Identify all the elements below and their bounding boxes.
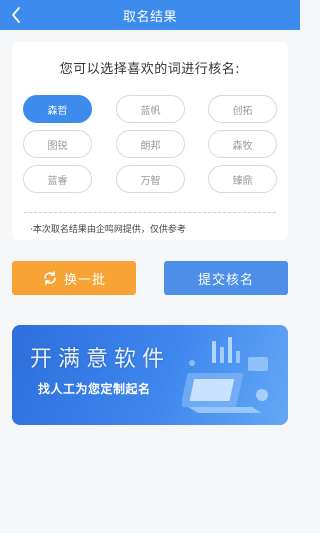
banner-title: 开满意软件 (30, 347, 171, 372)
nav-bar: 取名结果 (0, 0, 300, 30)
name-option[interactable]: 蓝帆 (116, 95, 185, 123)
card-heading: 您可以选择喜欢的词进行核名: (59, 62, 241, 77)
name-option[interactable]: 森牧 (208, 130, 277, 158)
disclaimer-text: ·本次取名结果由企鸣网提供，仅供参考 (30, 225, 186, 235)
name-option[interactable]: 森哲 (23, 95, 92, 123)
name-result-card: 您可以选择喜欢的词进行核名: 森哲 蓝帆 创拓 图锐 朗邦 森牧 蓝睿 万智 臻… (12, 42, 288, 240)
chevron-left-icon (12, 7, 20, 23)
name-option[interactable]: 万智 (116, 165, 185, 193)
page-title: 取名结果 (122, 9, 177, 25)
name-option[interactable]: 蓝睿 (23, 165, 92, 193)
name-option[interactable]: 臻鼎 (208, 165, 277, 193)
banner-subtitle: 找人工为您定制起名 (38, 382, 151, 396)
submit-label: 提交核名 (197, 272, 254, 288)
custom-naming-banner[interactable]: 开满意软件 找人工为您定制起名 (12, 325, 288, 425)
submit-check-button[interactable]: 提交核名 (164, 261, 288, 295)
name-option[interactable]: 图锐 (23, 130, 92, 158)
laptop-chart-illustration (182, 337, 268, 413)
name-option[interactable]: 朗邦 (116, 130, 185, 158)
refresh-label: 换一批 (63, 272, 106, 288)
back-button[interactable] (8, 6, 24, 24)
name-grid: 森哲 蓝帆 创拓 图锐 朗邦 森牧 蓝睿 万智 臻鼎 (23, 95, 277, 195)
dashed-divider (24, 212, 276, 213)
refresh-button[interactable]: 换一批 (12, 261, 136, 295)
name-option[interactable]: 创拓 (208, 95, 277, 123)
refresh-icon (42, 270, 58, 286)
